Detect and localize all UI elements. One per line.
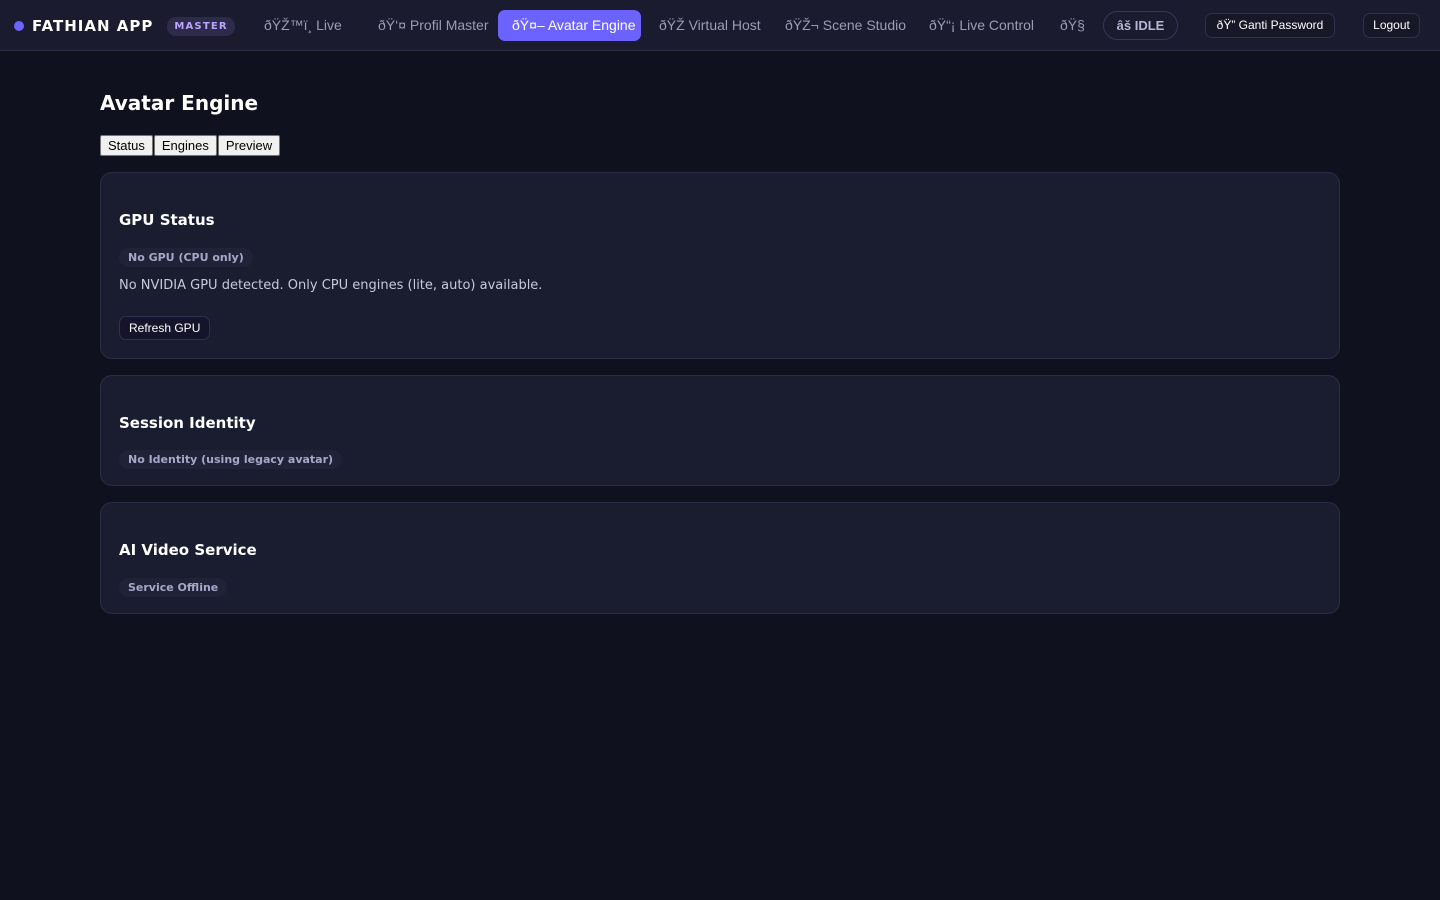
ai-video-service-badge: Service Offline xyxy=(119,578,228,597)
tab-preview[interactable]: Preview xyxy=(217,135,281,156)
logout-button[interactable]: Logout xyxy=(1363,13,1420,38)
change-password-button[interactable]: ðŸ” Ganti Password xyxy=(1205,13,1335,38)
page-title: Avatar Engine xyxy=(100,91,259,115)
nav-item-more[interactable]: ðŸ§ xyxy=(1046,10,1099,41)
engine-status-badge: âš IDLE xyxy=(1103,11,1178,40)
role-badge: MASTER xyxy=(167,16,235,36)
nav-item-scene-studio[interactable]: ðŸŽ¬ Scene Studio xyxy=(771,10,920,41)
section-tabs: Status Engines Preview xyxy=(100,135,281,156)
ai-video-service-title: AI Video Service xyxy=(119,541,257,559)
nav-item-profil-master[interactable]: ðŸ‘¤ Profil Master xyxy=(364,10,502,41)
gpu-status-message: No NVIDIA GPU detected. Only CPU engines… xyxy=(119,278,543,293)
tab-engines[interactable]: Engines xyxy=(153,135,217,156)
app-name: FATHIAN APP xyxy=(32,17,154,35)
ai-video-service-card: AI Video Service Service Offline xyxy=(100,502,1340,614)
gpu-status-card: GPU Status No GPU (CPU only) No NVIDIA G… xyxy=(100,172,1340,359)
session-identity-title: Session Identity xyxy=(119,414,256,432)
nav-item-live[interactable]: ðŸŽ™ï¸ Live xyxy=(250,10,356,41)
brand-dot-icon xyxy=(14,21,24,31)
session-identity-badge: No Identity (using legacy avatar) xyxy=(119,450,343,469)
nav-item-live-control[interactable]: ðŸ“¡ Live Control xyxy=(915,10,1048,41)
refresh-gpu-button[interactable]: Refresh GPU xyxy=(119,316,211,340)
gpu-status-badge: No GPU (CPU only) xyxy=(119,248,253,267)
top-navbar: FATHIAN APP MASTER ðŸŽ™ï¸ Live ðŸ‘¤ Prof… xyxy=(0,0,1440,51)
tab-status[interactable]: Status xyxy=(100,135,153,156)
nav-item-virtual-host[interactable]: ðŸŽ Virtual Host xyxy=(645,10,775,41)
nav-item-avatar-engine[interactable]: ðŸ¤– Avatar Engine xyxy=(498,10,641,41)
gpu-status-title: GPU Status xyxy=(119,211,215,229)
brand[interactable]: FATHIAN APP MASTER xyxy=(14,13,235,39)
session-identity-card: Session Identity No Identity (using lega… xyxy=(100,375,1340,486)
